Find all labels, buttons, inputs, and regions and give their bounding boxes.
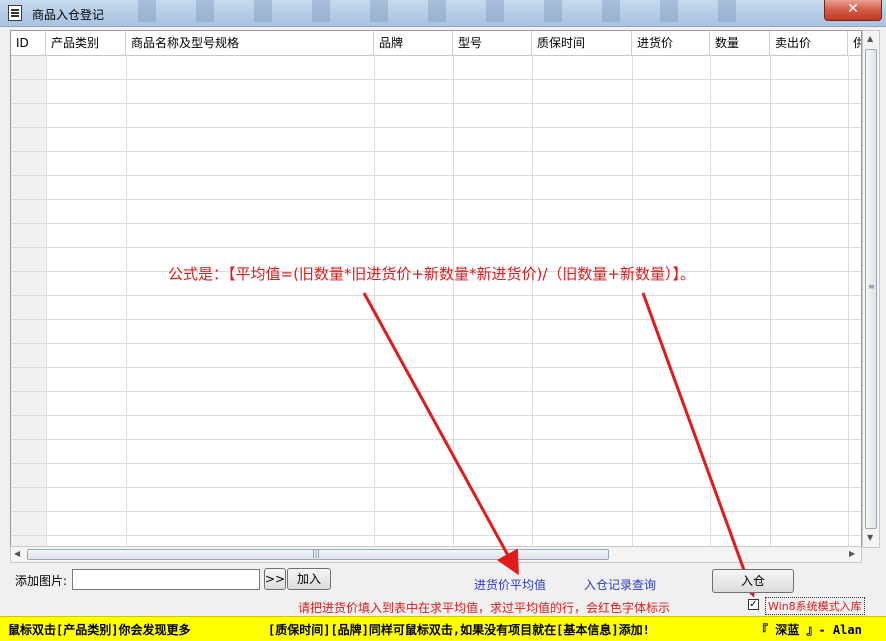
win8-mode-checkbox[interactable]: ✓ xyxy=(748,599,759,610)
add-image-label: 添加图片: xyxy=(15,574,68,588)
status-middle-text: [质保时间][品牌]同样可鼠标双击,如果没有项目就在[基本信息]添加! xyxy=(268,623,650,637)
status-left-text: 鼠标双击[产品类别]你会发现更多 xyxy=(8,623,191,637)
history-query-link[interactable]: 入仓记录查询 xyxy=(584,576,656,593)
avg-price-link[interactable]: 进货价平均值 xyxy=(474,576,546,593)
status-bar: 鼠标双击[产品类别]你会发现更多 [质保时间][品牌]同样可鼠标双击,如果没有项… xyxy=(0,616,886,641)
status-right-text: 『 深蓝 』- Alan xyxy=(756,623,862,637)
arrow-to-win8-checkbox xyxy=(641,292,758,598)
submit-warehouse-button[interactable]: 入仓 xyxy=(712,569,794,593)
arrow-to-avg-link xyxy=(362,292,519,576)
add-image-button[interactable]: 加入 xyxy=(287,568,331,590)
image-path-input[interactable] xyxy=(72,569,260,590)
win8-mode-label[interactable]: Win8系统模式入库 xyxy=(765,597,865,615)
hint-text: 请把进货价填入到表中在求平均值，求过平均值的行，会红色字体标示 xyxy=(298,601,671,615)
browse-button[interactable]: >> xyxy=(264,568,286,590)
annotation-arrows xyxy=(362,292,758,598)
